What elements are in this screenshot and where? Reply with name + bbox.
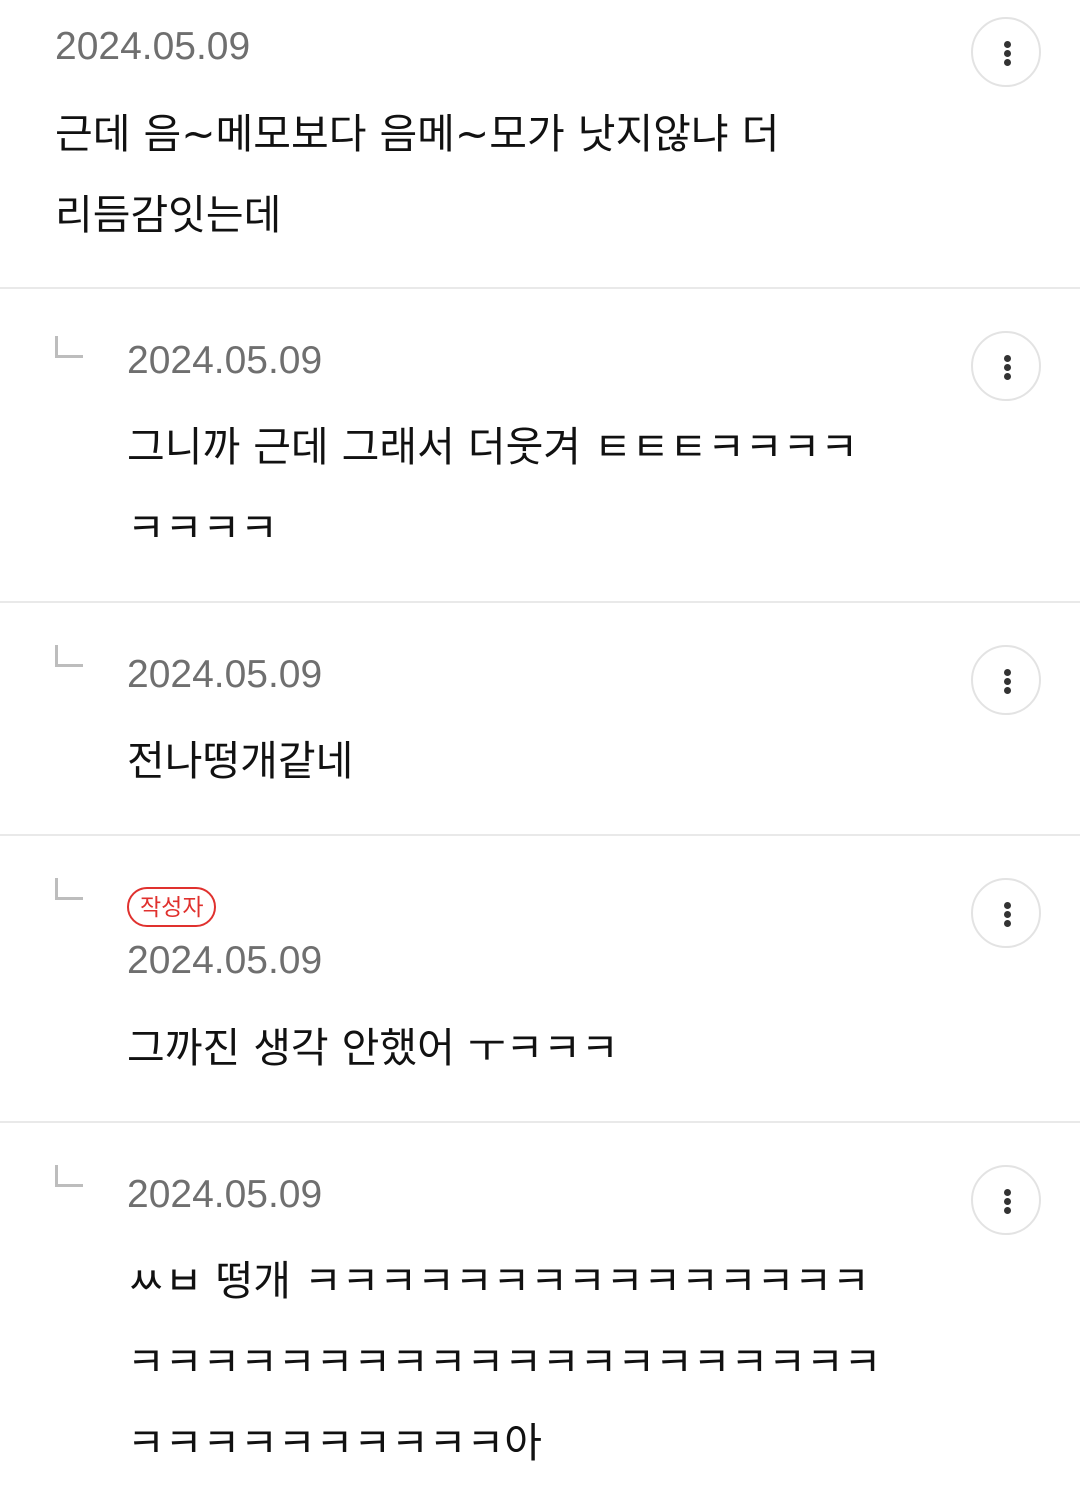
comment-date: 2024.05.09 [55,25,251,68]
reply-item: 2024.05.09 ㅆㅂ 떵개 ㅋㅋㅋㅋㅋㅋㅋㅋㅋㅋㅋㅋㅋㅋㅋ ㅋㅋㅋㅋㅋㅋㅋ… [0,1123,1080,1494]
comment-date: 2024.05.09 [127,939,323,982]
comment-date: 2024.05.09 [127,339,323,382]
reply-item: 2024.05.09 그니까 근데 그래서 더웃겨 ㅌㅌㅌㅋㅋㅋㅋ ㅋㅋㅋㅋ [0,289,1080,603]
more-vertical-icon [1004,41,1011,48]
reply-item: 작성자 2024.05.09 그까진 생각 안했어 ㅜㅋㅋㅋ [0,836,1080,1123]
more-vertical-icon [1004,1189,1011,1196]
comment-text: 전나떵개같네 [127,737,354,785]
reply-arrow-icon [55,878,83,900]
more-vertical-icon [1004,669,1011,676]
more-options-button[interactable] [971,1165,1041,1235]
more-options-button[interactable] [971,645,1041,715]
more-options-button[interactable] [971,17,1041,87]
comment-date: 2024.05.09 [127,653,323,696]
comment-date: 2024.05.09 [127,1173,323,1216]
comment-text: 근데 음~메모보다 음메~모가 낫지않냐 더 리듬감잇는데 [55,110,780,239]
comment-text: 그까진 생각 안했어 ㅜㅋㅋㅋ [127,1024,619,1072]
more-vertical-icon [1004,355,1011,362]
reply-arrow-icon [55,645,83,667]
reply-arrow-icon [55,336,83,358]
more-vertical-icon [1004,902,1011,909]
comment-item: 2024.05.09 근데 음~메모보다 음메~모가 낫지않냐 더 리듬감잇는데 [0,0,1080,289]
comment-text: 그니까 근데 그래서 더웃겨 ㅌㅌㅌㅋㅋㅋㅋ ㅋㅋㅋㅋ [127,423,859,552]
author-badge: 작성자 [127,887,217,927]
more-options-button[interactable] [971,331,1041,401]
reply-arrow-icon [55,1165,83,1187]
comment-text: ㅆㅂ 떵개 ㅋㅋㅋㅋㅋㅋㅋㅋㅋㅋㅋㅋㅋㅋㅋ ㅋㅋㅋㅋㅋㅋㅋㅋㅋㅋㅋㅋㅋㅋㅋㅋㅋㅋ… [127,1257,882,1467]
reply-item: 2024.05.09 전나떵개같네 [0,603,1080,836]
more-options-button[interactable] [971,878,1041,948]
